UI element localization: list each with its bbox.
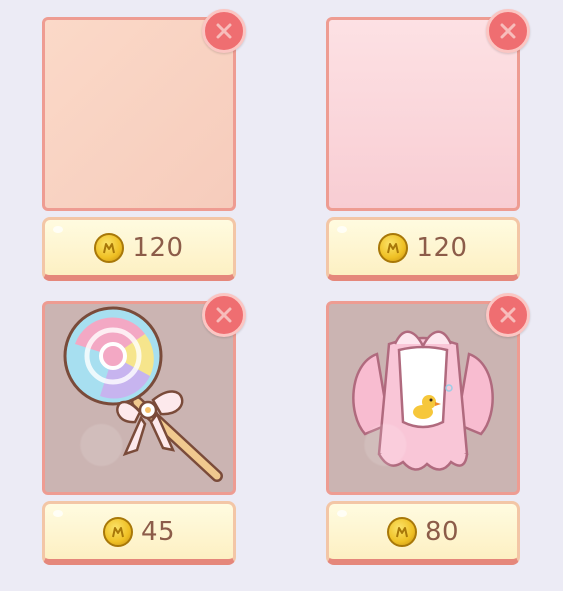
price-tag[interactable]: 120 <box>326 217 520 281</box>
close-icon <box>216 23 232 39</box>
price-value: 80 <box>424 516 460 547</box>
remove-item-button[interactable] <box>202 9 246 53</box>
remove-item-button[interactable] <box>202 293 246 337</box>
item-thumbnail[interactable] <box>42 301 236 495</box>
price-value: 120 <box>132 232 184 263</box>
price-tag[interactable]: 80 <box>326 501 520 565</box>
item-thumbnail[interactable] <box>326 301 520 495</box>
close-icon <box>500 307 516 323</box>
price-value: 120 <box>416 232 468 263</box>
shop-item-card[interactable]: 80 <box>326 293 530 591</box>
remove-item-button[interactable] <box>486 293 530 337</box>
price-tag[interactable]: 120 <box>42 217 236 281</box>
shop-item-card[interactable]: 120 <box>42 9 246 307</box>
price-value: 45 <box>140 516 176 547</box>
gold-coin-icon <box>94 232 125 263</box>
gold-coin-icon <box>378 232 409 263</box>
lollipop-icon <box>63 306 223 482</box>
gold-coin-icon <box>102 516 133 547</box>
item-thumbnail[interactable] <box>326 17 520 211</box>
duck-bib-outfit-icon <box>352 330 494 471</box>
price-tag[interactable]: 45 <box>42 501 236 565</box>
close-icon <box>216 307 232 323</box>
remove-item-button[interactable] <box>486 9 530 53</box>
shop-item-card[interactable]: 120 <box>326 9 530 307</box>
gold-coin-icon <box>386 516 417 547</box>
item-thumbnail[interactable] <box>42 17 236 211</box>
shop-item-card[interactable]: 45 <box>42 293 246 591</box>
close-icon <box>500 23 516 39</box>
